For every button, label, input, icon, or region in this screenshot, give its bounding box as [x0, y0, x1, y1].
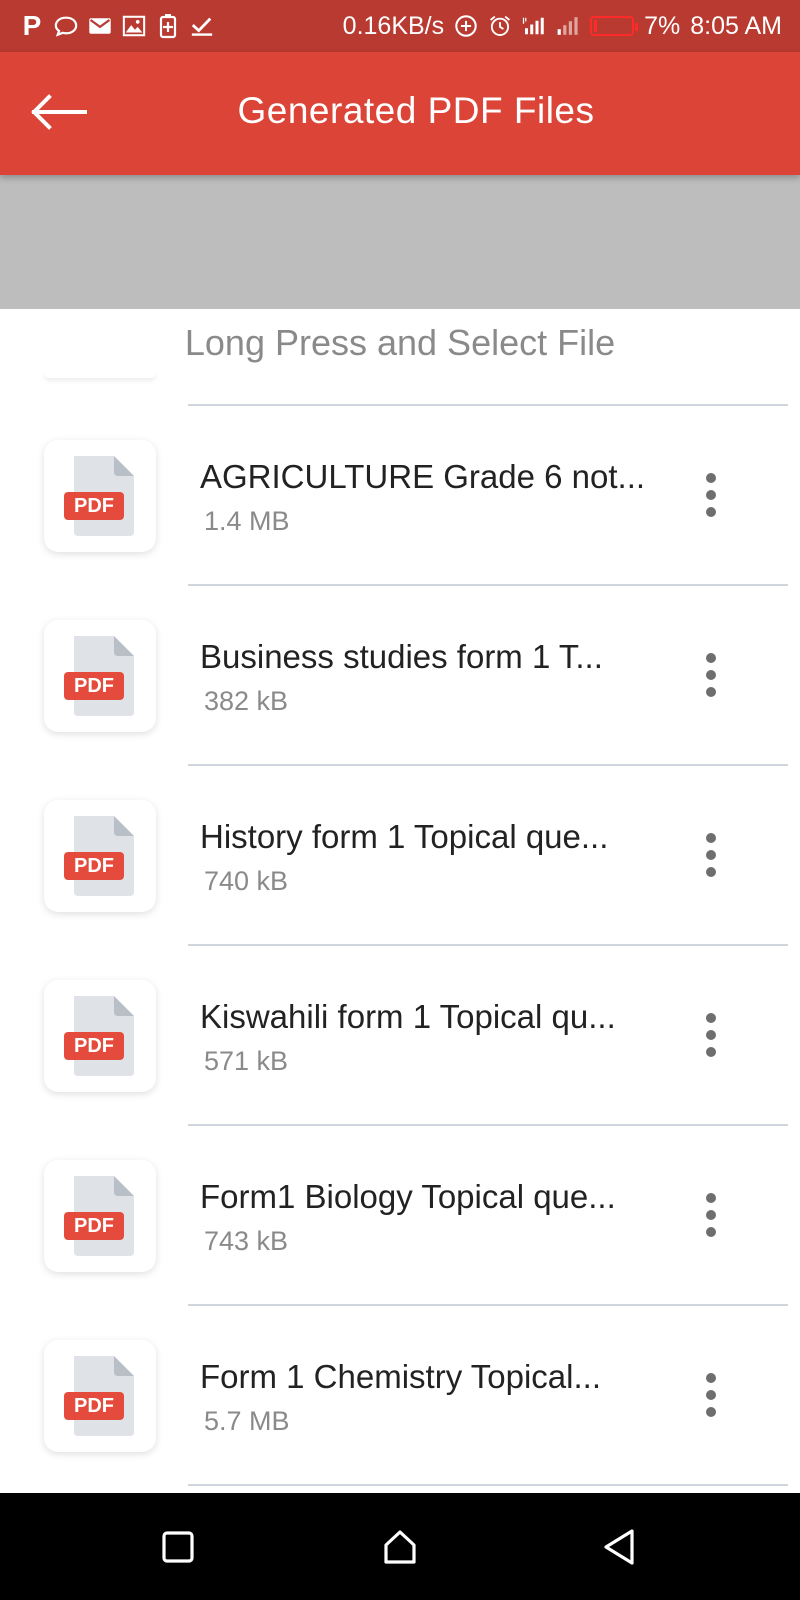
- more-options-button[interactable]: [680, 1364, 742, 1426]
- file-name: Form1 Biology Topical que...: [200, 1178, 616, 1215]
- more-options-button[interactable]: [680, 1184, 742, 1246]
- list-item[interactable]: PDF Form 1 Chemistry Topical... 5.7 MB: [0, 1306, 800, 1486]
- partial-card-shadow: [44, 372, 156, 378]
- parking-p-icon: P: [22, 10, 42, 41]
- status-bar: P 0.16KB/s 7% 8:05 AM: [0, 0, 800, 52]
- system-nav-bar: [0, 1493, 800, 1600]
- more-options-button[interactable]: [680, 464, 742, 526]
- signal-weak-icon: [556, 14, 580, 38]
- pdf-badge-label: PDF: [74, 855, 114, 877]
- file-name: Form 1 Chemistry Topical...: [200, 1358, 601, 1395]
- ad-banner-area: [0, 175, 800, 309]
- image-icon: [122, 14, 146, 38]
- back-nav-button[interactable]: [588, 1515, 652, 1579]
- pdf-file-icon: PDF: [44, 620, 156, 732]
- battery-icon: [590, 16, 639, 36]
- pdf-file-icon: PDF: [44, 1340, 156, 1452]
- file-list: PDF AGRICULTURE Grade 6 not... 1.4 MB PD…: [0, 406, 800, 1486]
- pdf-badge-label: PDF: [74, 1395, 114, 1417]
- chat-bubble-icon: [54, 14, 78, 38]
- notification-icons: P: [20, 10, 214, 41]
- data-saver-icon: [454, 14, 478, 38]
- pdf-badge-label: PDF: [74, 675, 114, 697]
- check-icon: [190, 14, 214, 38]
- file-size: 743 kB: [204, 1226, 289, 1256]
- signal-icon: [522, 14, 546, 38]
- more-options-button[interactable]: [680, 1004, 742, 1066]
- list-item[interactable]: PDF History form 1 Topical que... 740 kB: [0, 766, 800, 946]
- file-name: Business studies form 1 T...: [200, 638, 603, 675]
- recents-button[interactable]: [146, 1515, 210, 1579]
- file-size: 1.4 MB: [204, 506, 290, 536]
- alarm-icon: [488, 14, 512, 38]
- file-name: Kiswahili form 1 Topical qu...: [200, 998, 616, 1035]
- pdf-badge-label: PDF: [74, 495, 114, 517]
- app-bar: Generated PDF Files: [0, 52, 800, 175]
- home-button[interactable]: [368, 1515, 432, 1579]
- pdf-badge-label: PDF: [74, 1215, 114, 1237]
- pdf-badge-label: PDF: [74, 1035, 114, 1057]
- net-speed: 0.16KB/s: [342, 11, 445, 40]
- recents-square-icon: [162, 1531, 194, 1563]
- more-options-button[interactable]: [680, 644, 742, 706]
- list-item[interactable]: PDF Business studies form 1 T... 382 kB: [0, 586, 800, 766]
- clock: 8:05 AM: [690, 11, 782, 40]
- battery-percent: 7%: [644, 11, 681, 40]
- file-name: AGRICULTURE Grade 6 not...: [200, 458, 646, 495]
- file-size: 5.7 MB: [204, 1406, 290, 1436]
- pdf-file-icon: PDF: [44, 980, 156, 1092]
- page-title: Generated PDF Files: [237, 90, 595, 131]
- pdf-file-icon: PDF: [44, 800, 156, 912]
- list-item[interactable]: PDF AGRICULTURE Grade 6 not... 1.4 MB: [0, 406, 800, 586]
- pdf-file-icon: PDF: [44, 1160, 156, 1272]
- list-item[interactable]: PDF Kiswahili form 1 Topical qu... 571 k…: [0, 946, 800, 1126]
- gmail-icon: [88, 14, 112, 38]
- divider: [188, 1484, 788, 1486]
- more-options-button[interactable]: [680, 824, 742, 886]
- home-icon: [384, 1530, 416, 1564]
- pdf-file-icon: PDF: [44, 440, 156, 552]
- file-size: 571 kB: [204, 1046, 289, 1076]
- list-item[interactable]: PDF Form1 Biology Topical que... 743 kB: [0, 1126, 800, 1306]
- file-name: History form 1 Topical que...: [200, 818, 609, 855]
- file-size: 740 kB: [204, 866, 289, 896]
- hint-text: Long Press and Select File: [184, 322, 616, 363]
- file-size: 382 kB: [204, 686, 289, 716]
- battery-saver-icon: [156, 14, 180, 39]
- back-triangle-icon: [604, 1529, 634, 1565]
